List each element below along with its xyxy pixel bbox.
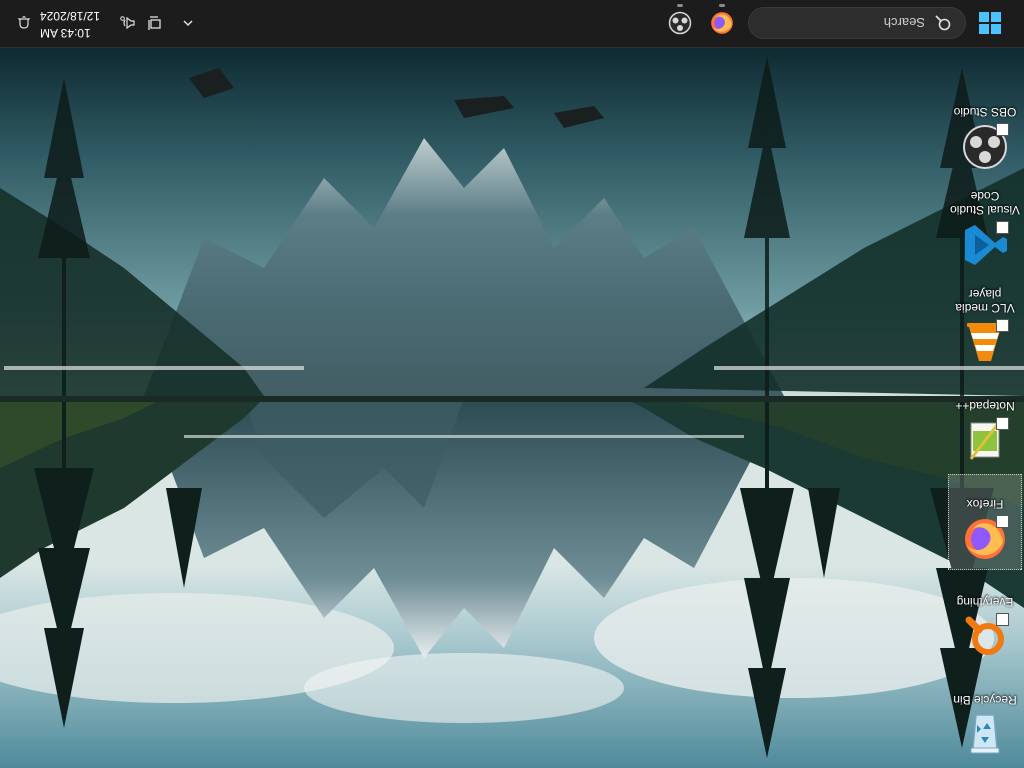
desktop-icon-label: OBS Studio: [953, 105, 1017, 119]
desktop-icon-label: VLC media player: [955, 287, 1015, 315]
taskbar-search-box[interactable]: Search: [748, 7, 966, 39]
desktop-icon-everything[interactable]: Everything: [948, 572, 1022, 668]
desktop-icon-recycle-bin[interactable]: Recycle Bin: [948, 670, 1022, 766]
show-hidden-icons-button[interactable]: [178, 13, 198, 33]
shortcut-arrow-icon: [996, 319, 1009, 332]
network-icon: [148, 16, 161, 30]
volume-icon: [120, 16, 135, 30]
shortcut-arrow-icon: [996, 515, 1009, 528]
desktop-icon-firefox[interactable]: Firefox: [948, 474, 1022, 570]
shortcut-arrow-icon: [996, 613, 1009, 626]
shortcut-arrow-icon: [996, 417, 1009, 430]
desktop-wallpaper: [0, 48, 1024, 768]
search-placeholder: Search: [883, 15, 925, 31]
obs-icon: [961, 123, 1009, 171]
running-indicator: [677, 4, 683, 7]
recycle-bin-icon: [961, 711, 1009, 759]
shortcut-arrow-icon: [996, 123, 1009, 136]
clock-date: 12/18/2024: [40, 9, 101, 23]
notifications-button[interactable]: [14, 13, 34, 33]
chevron-up-icon: [183, 20, 193, 27]
desktop-icon-vscode[interactable]: Visual Studio Code: [948, 180, 1022, 276]
notepad-plus-plus-icon: [961, 417, 1009, 465]
start-button[interactable]: [976, 9, 1004, 37]
desktop-icon-label: Visual Studio Code: [950, 189, 1020, 217]
taskbar: Search 10:43 AM 12/18/2024: [0, 0, 1024, 48]
desktop-icon-label: Firefox: [966, 497, 1004, 511]
network-button[interactable]: [144, 13, 164, 33]
desktop-icon-vlc[interactable]: VLC media player: [948, 278, 1022, 374]
taskbar-app-firefox[interactable]: [706, 4, 738, 39]
volume-button[interactable]: [118, 13, 138, 33]
desktop-icon-label: Recycle Bin: [953, 693, 1017, 707]
desktop-icon-obs-studio[interactable]: OBS Studio: [948, 82, 1022, 178]
desktop-icon-notepad-plus-plus[interactable]: Notepad++: [948, 376, 1022, 472]
desktop-icon-label: Notepad++: [955, 399, 1015, 413]
running-indicator: [719, 4, 725, 7]
desktop-screen: Recycle Bin Everything Firefox Notepad++…: [0, 0, 1024, 768]
desktop-icon-label: Everything: [956, 595, 1014, 609]
vlc-cone-icon: [961, 319, 1009, 367]
firefox-icon: [711, 12, 733, 34]
search-icon: [935, 15, 951, 31]
bell-icon: [17, 16, 31, 29]
taskbar-clock[interactable]: 10:43 AM 12/18/2024: [40, 7, 104, 41]
taskbar-app-obs-studio[interactable]: [664, 4, 696, 39]
firefox-icon: [961, 515, 1009, 563]
shortcut-arrow-icon: [996, 221, 1009, 234]
everything-icon: [961, 613, 1009, 661]
vscode-icon: [961, 221, 1009, 269]
clock-time: 10:43 AM: [40, 26, 91, 40]
obs-icon: [668, 11, 692, 35]
windows-logo-icon: [979, 12, 1001, 34]
